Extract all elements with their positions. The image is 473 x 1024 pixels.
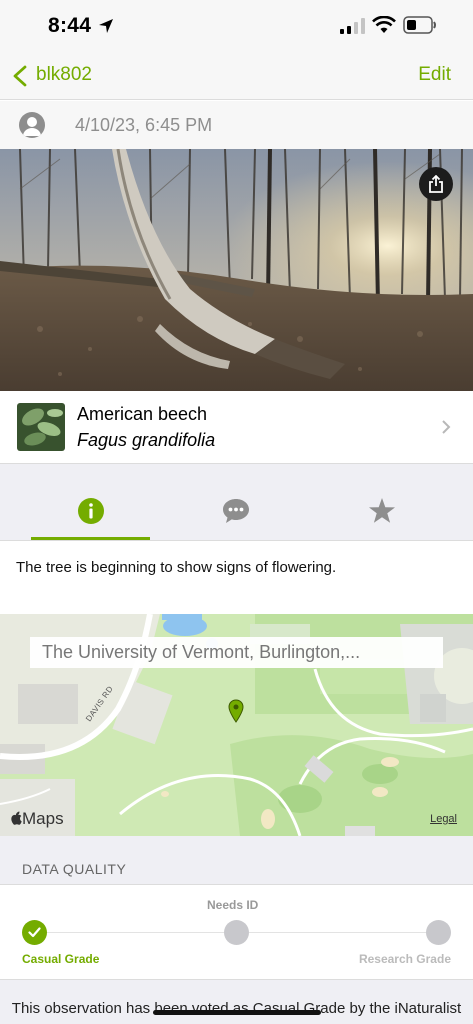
data-quality-note: This observation has been voted as Casua…	[0, 980, 473, 1024]
home-indicator	[153, 1010, 321, 1015]
taxon-thumbnail	[17, 403, 65, 451]
observation-photo[interactable]	[0, 149, 473, 391]
casual-grade-dot	[22, 920, 47, 945]
map-place-label: The University of Vermont, Burlington,..…	[30, 637, 443, 668]
forest-photo	[0, 149, 473, 391]
research-grade-dot	[426, 920, 451, 945]
legal-link[interactable]: Legal	[430, 813, 457, 825]
needs-id-label: Needs ID	[207, 898, 259, 912]
cellular-signal-icon	[340, 18, 365, 34]
chevron-right-icon	[442, 420, 451, 434]
tab-info[interactable]	[0, 464, 157, 540]
nav-bar: blk802 Edit	[0, 52, 473, 100]
tab-favorites[interactable]	[315, 464, 472, 540]
tab-bar	[0, 464, 473, 541]
taxon-row[interactable]: American beech Fagus grandifolia	[0, 391, 473, 464]
observer-row: 4/10/23, 6:45 PM	[0, 101, 473, 149]
back-chevron-icon[interactable]	[12, 65, 28, 87]
share-icon	[429, 175, 443, 193]
taxon-scientific-name: Fagus grandifolia	[77, 430, 216, 450]
back-button[interactable]: blk802	[36, 64, 92, 86]
location-arrow-icon	[99, 19, 113, 33]
speech-bubble-icon	[223, 499, 249, 523]
observation-date: 4/10/23, 6:45 PM	[75, 115, 213, 135]
research-grade-label: Research Grade	[358, 952, 451, 966]
location-map[interactable]: DAVIS RD The University of Vermont, Burl…	[0, 614, 473, 836]
data-quality-title: DATA QUALITY	[22, 861, 127, 877]
maps-label: Maps	[22, 809, 64, 828]
edit-button[interactable]: Edit	[418, 64, 451, 86]
checkmark-icon	[28, 927, 41, 938]
wifi-icon	[372, 16, 396, 33]
beech-leaf-image	[17, 403, 65, 451]
share-button[interactable]	[419, 167, 453, 201]
tab-comments[interactable]	[158, 464, 315, 540]
map-pin-icon[interactable]	[228, 699, 244, 723]
apple-logo-icon	[11, 811, 22, 825]
tab-selected-indicator	[31, 537, 150, 540]
status-time: 8:44	[48, 14, 92, 37]
star-icon	[369, 498, 395, 523]
status-bar: 8:44	[0, 0, 473, 52]
casual-grade-label: Casual Grade	[22, 952, 100, 966]
avatar[interactable]	[19, 112, 45, 138]
needs-id-dot	[224, 920, 249, 945]
observation-description: The tree is beginning to show signs of f…	[16, 559, 337, 576]
data-quality-header: DATA QUALITY	[0, 836, 473, 885]
person-icon	[23, 117, 41, 136]
taxon-common-name: American beech	[77, 404, 208, 424]
data-quality-panel: Needs ID Casual Grade Research Grade	[0, 885, 473, 980]
battery-icon	[403, 16, 436, 34]
info-icon	[78, 498, 104, 524]
maps-attribution: Maps	[10, 809, 64, 829]
description-section: The tree is beginning to show signs of f…	[0, 541, 473, 614]
